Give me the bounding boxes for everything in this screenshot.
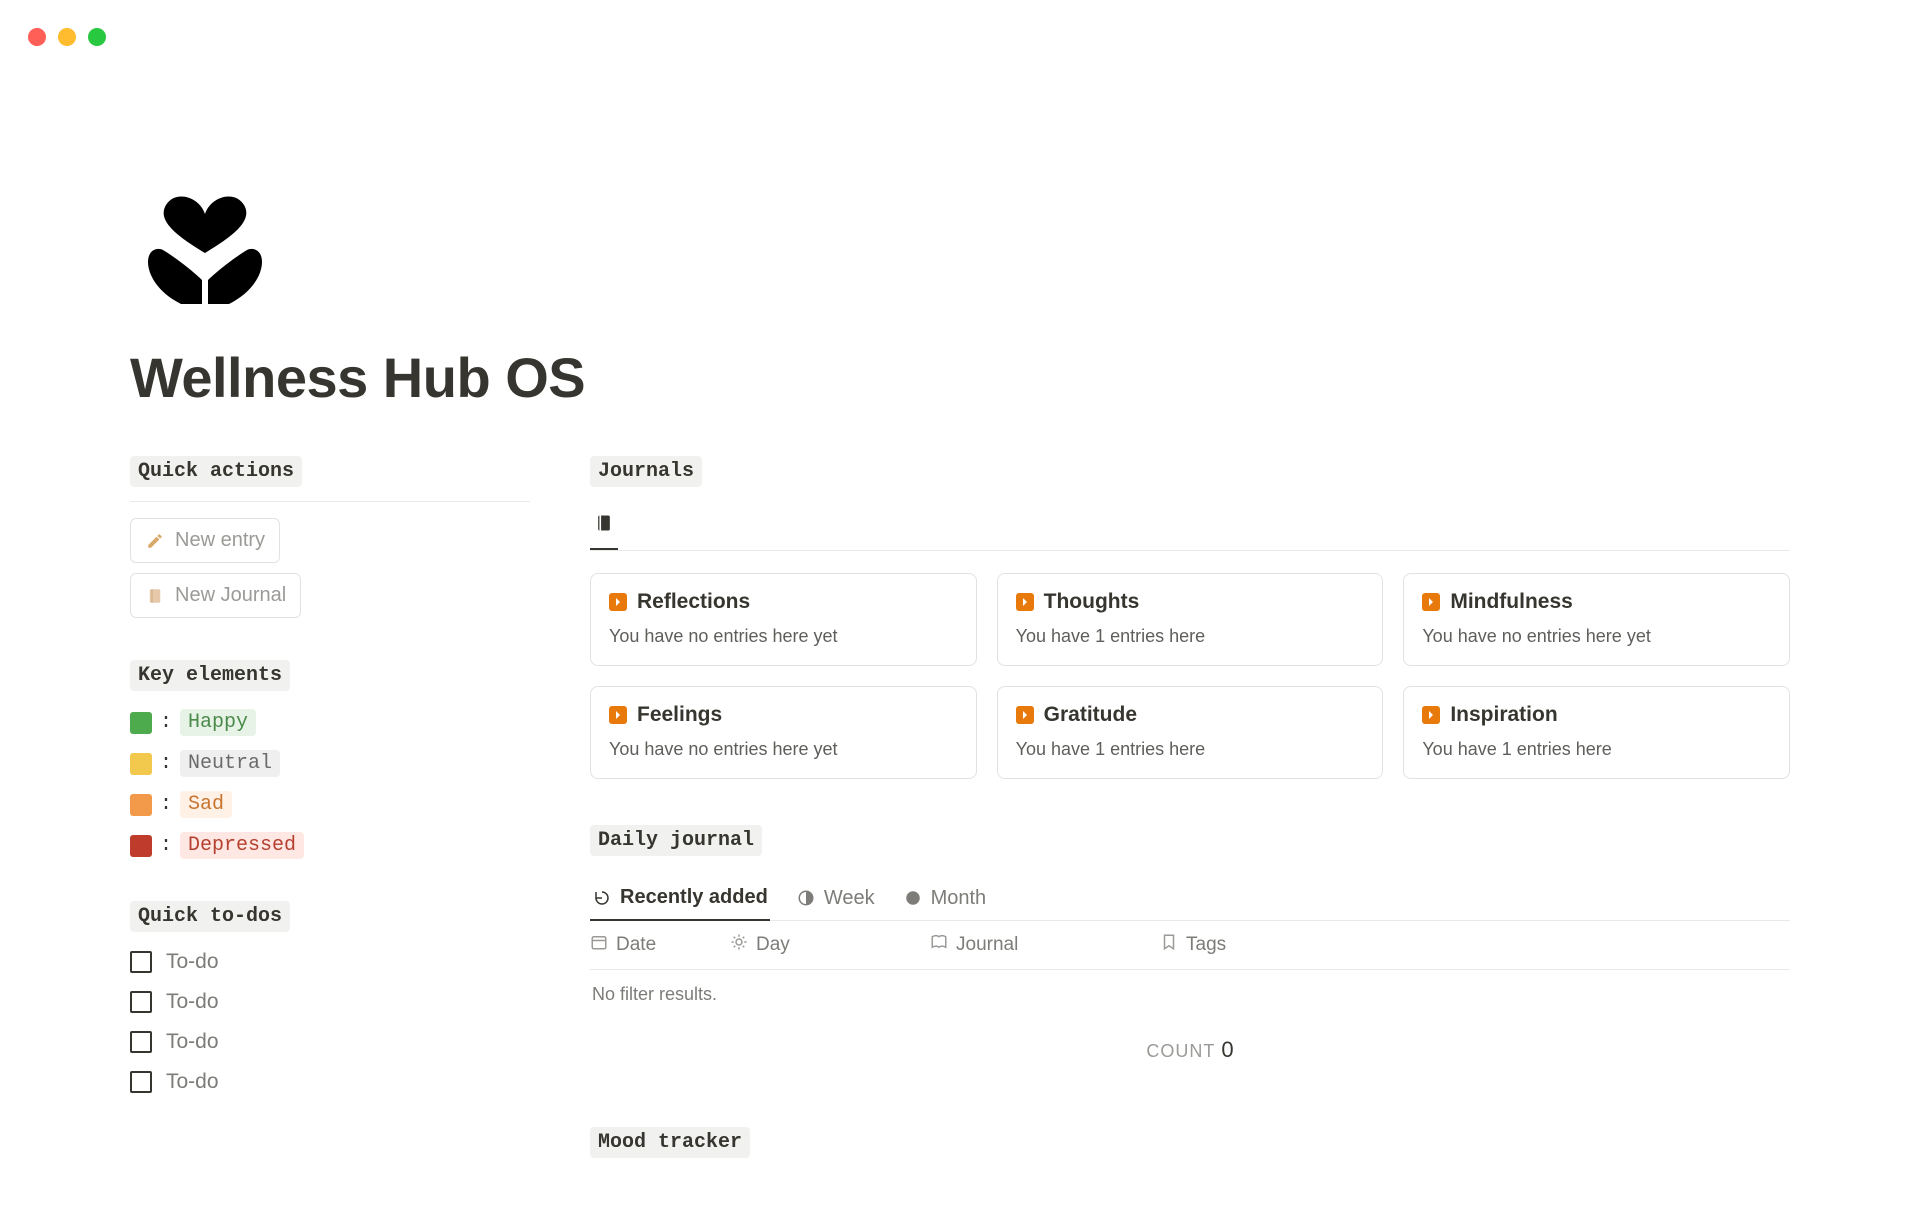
- journal-card-title: Mindfulness: [1450, 590, 1573, 614]
- journal-card-subtitle: You have no entries here yet: [1422, 626, 1771, 647]
- journal-card-title: Thoughts: [1044, 590, 1140, 614]
- journal-card-title: Gratitude: [1044, 703, 1137, 727]
- quick-actions-section: Quick actions New entry New Journal: [130, 456, 530, 618]
- journal-card[interactable]: Feelings You have no entries here yet: [590, 686, 977, 779]
- window-controls: [28, 28, 106, 46]
- sun-icon: [730, 933, 748, 957]
- tab-label: Month: [931, 887, 987, 910]
- column-date[interactable]: Date: [590, 933, 730, 957]
- new-journal-button[interactable]: New Journal: [130, 573, 301, 618]
- half-circle-icon: [796, 888, 816, 908]
- journal-card-title: Inspiration: [1450, 703, 1557, 727]
- key-elements-section: Key elements :Happy :Neutral :Sad :Depresse…: [130, 660, 530, 859]
- divider: [130, 501, 530, 502]
- journals-tab-gallery[interactable]: [590, 505, 618, 550]
- journal-card-title: Reflections: [637, 590, 750, 614]
- checkbox-icon[interactable]: [130, 1071, 152, 1093]
- key-element-label: Happy: [180, 709, 256, 736]
- tab-label: Week: [824, 887, 875, 910]
- daily-journal-count: COUNT0: [590, 1019, 1790, 1081]
- journal-card[interactable]: Inspiration You have 1 entries here: [1403, 686, 1790, 779]
- book-icon: [930, 933, 948, 957]
- color-swatch: [130, 794, 152, 816]
- todo-label: To-do: [166, 1070, 219, 1094]
- journal-card-subtitle: You have 1 entries here: [1422, 739, 1771, 760]
- calendar-icon: [590, 933, 608, 957]
- journal-card-subtitle: You have no entries here yet: [609, 626, 958, 647]
- checkbox-icon[interactable]: [130, 1031, 152, 1053]
- daily-journal-columns: Date Day Journal: [590, 921, 1790, 970]
- daily-journal-tab[interactable]: Recently added: [590, 876, 770, 921]
- journals-section: Journals Reflections You have no entries …: [590, 456, 1790, 779]
- checkbox-icon[interactable]: [130, 991, 152, 1013]
- notebook-icon: [594, 520, 614, 537]
- todo-item[interactable]: To-do: [130, 1030, 530, 1054]
- key-element-row: :Happy: [130, 709, 530, 736]
- arrow-right-icon: [609, 706, 627, 724]
- recently-added-icon: [592, 888, 612, 908]
- journal-card[interactable]: Gratitude You have 1 entries here: [997, 686, 1384, 779]
- window-minimize-button[interactable]: [58, 28, 76, 46]
- column-journal[interactable]: Journal: [930, 933, 1160, 957]
- arrow-right-icon: [1422, 706, 1440, 724]
- tab-label: Recently added: [620, 886, 768, 909]
- key-element-label: Sad: [180, 791, 232, 818]
- key-element-row: :Neutral: [130, 750, 530, 777]
- arrow-right-icon: [1422, 593, 1440, 611]
- column-tags[interactable]: Tags: [1160, 933, 1790, 957]
- arrow-right-icon: [1016, 706, 1034, 724]
- journal-card-subtitle: You have 1 entries here: [1016, 626, 1365, 647]
- todo-label: To-do: [166, 950, 219, 974]
- todo-item[interactable]: To-do: [130, 990, 530, 1014]
- new-entry-label: New entry: [175, 529, 265, 552]
- quick-todos-section: Quick to-dos To-do To-do To-do To-do: [130, 901, 530, 1094]
- daily-journal-heading: Daily journal: [590, 825, 762, 856]
- journal-card[interactable]: Mindfulness You have no entries here yet: [1403, 573, 1790, 666]
- journal-card-title: Feelings: [637, 703, 722, 727]
- mood-tracker-section: Mood tracker: [590, 1127, 1790, 1158]
- new-journal-label: New Journal: [175, 584, 286, 607]
- journal-card-subtitle: You have no entries here yet: [609, 739, 958, 760]
- todo-item[interactable]: To-do: [130, 1070, 530, 1094]
- key-element-row: :Sad: [130, 791, 530, 818]
- bookmark-icon: [1160, 933, 1178, 957]
- journal-card[interactable]: Reflections You have no entries here yet: [590, 573, 977, 666]
- notebook-icon: [145, 586, 165, 606]
- checkbox-icon[interactable]: [130, 951, 152, 973]
- quick-todos-heading: Quick to-dos: [130, 901, 290, 932]
- key-element-label: Neutral: [180, 750, 280, 777]
- full-circle-icon: [903, 888, 923, 908]
- todo-item[interactable]: To-do: [130, 950, 530, 974]
- key-elements-heading: Key elements: [130, 660, 290, 691]
- window-close-button[interactable]: [28, 28, 46, 46]
- pencil-icon: [145, 531, 165, 551]
- key-element-label: Depressed: [180, 832, 304, 859]
- journal-card[interactable]: Thoughts You have 1 entries here: [997, 573, 1384, 666]
- color-swatch: [130, 753, 152, 775]
- journals-heading: Journals: [590, 456, 702, 487]
- daily-journal-empty: No filter results.: [590, 970, 1790, 1019]
- mood-tracker-heading: Mood tracker: [590, 1127, 750, 1158]
- arrow-right-icon: [1016, 593, 1034, 611]
- page-hero-icon: [130, 160, 1790, 315]
- daily-journal-tab[interactable]: Week: [794, 876, 877, 920]
- column-day[interactable]: Day: [730, 933, 930, 957]
- page-title: Wellness Hub OS: [130, 345, 1790, 410]
- journal-card-subtitle: You have 1 entries here: [1016, 739, 1365, 760]
- color-swatch: [130, 712, 152, 734]
- arrow-right-icon: [609, 593, 627, 611]
- todo-label: To-do: [166, 1030, 219, 1054]
- window-zoom-button[interactable]: [88, 28, 106, 46]
- daily-journal-tab[interactable]: Month: [901, 876, 989, 920]
- daily-journal-section: Daily journal Recently added Week Month Da…: [590, 825, 1790, 1081]
- todo-label: To-do: [166, 990, 219, 1014]
- color-swatch: [130, 835, 152, 857]
- new-entry-button[interactable]: New entry: [130, 518, 280, 563]
- quick-actions-heading: Quick actions: [130, 456, 302, 487]
- key-element-row: :Depressed: [130, 832, 530, 859]
